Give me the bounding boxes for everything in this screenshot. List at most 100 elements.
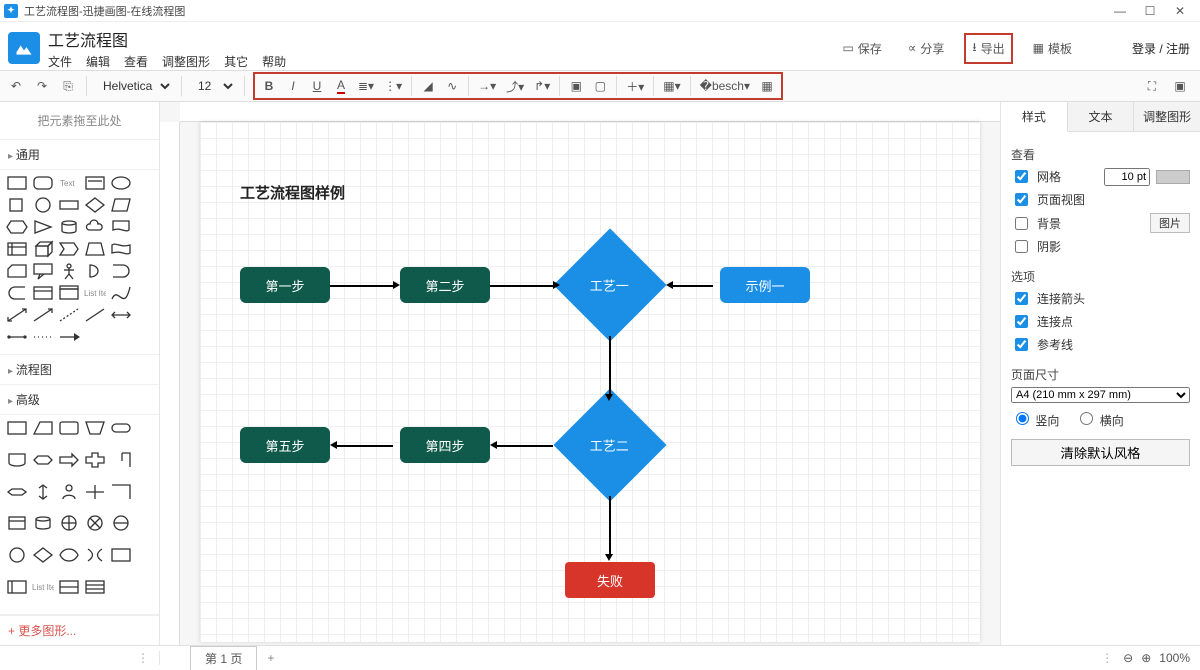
adv-8[interactable] (58, 451, 80, 469)
shape-biarrow[interactable] (6, 306, 28, 324)
panel-handle-icon[interactable]: ⋮ (137, 651, 151, 665)
shape-actor[interactable] (58, 262, 80, 280)
shape-or[interactable] (110, 262, 132, 280)
zoom-out-button[interactable]: ⊖ (1123, 651, 1133, 665)
chk-guides[interactable] (1015, 338, 1028, 351)
add-button[interactable]: ＋▾ (623, 75, 647, 97)
link-button[interactable]: �besch▾ (697, 75, 753, 97)
shape-thickarrow[interactable] (58, 328, 80, 346)
adv-17[interactable] (32, 514, 54, 532)
export-button[interactable]: ⭳ 导出 (964, 33, 1012, 64)
shape-diamond[interactable] (84, 196, 106, 214)
shape-listitem[interactable]: List Item (84, 284, 106, 302)
shape-cube[interactable] (32, 240, 54, 258)
shape-dashline[interactable] (58, 306, 80, 324)
menu-help[interactable]: 帮助 (262, 53, 286, 70)
chk-points[interactable] (1015, 315, 1028, 328)
adv-4[interactable] (84, 419, 106, 437)
adv-26[interactable] (6, 578, 28, 596)
shape-circle[interactable] (32, 196, 54, 214)
shape-square[interactable] (6, 196, 28, 214)
more-shapes-link[interactable]: + 更多图形... (0, 615, 159, 645)
font-family-select[interactable]: Helvetica (95, 76, 173, 96)
orient-landscape[interactable]: 横向 (1075, 409, 1123, 429)
shape-cylinder[interactable] (58, 218, 80, 236)
adv-13[interactable] (58, 483, 80, 501)
shape-connector[interactable] (6, 328, 28, 346)
shape-hexagon[interactable] (6, 218, 28, 236)
shape-tape[interactable] (110, 240, 132, 258)
menu-other[interactable]: 其它 (224, 53, 248, 70)
shape-intstorage[interactable] (6, 240, 28, 258)
shape-biarrow2[interactable] (110, 306, 132, 324)
canvas-area[interactable]: 工艺流程图样例 第一步 第二步 工艺一 示例一 第五步 第四步 工艺二 失败 (160, 102, 1000, 645)
arrow-route-button[interactable]: ⤴▾ (503, 75, 527, 97)
back-button[interactable]: ▢ (590, 75, 610, 97)
adv-22[interactable] (32, 546, 54, 564)
chk-bg[interactable] (1015, 217, 1028, 230)
adv-14[interactable] (84, 483, 106, 501)
category-advanced[interactable]: 高级 (0, 385, 159, 415)
shape-halfcircle[interactable] (84, 262, 106, 280)
shape-roundrect[interactable] (32, 174, 54, 192)
shape-ellipse[interactable] (110, 174, 132, 192)
adv-7[interactable] (32, 451, 54, 469)
adv-11[interactable] (6, 483, 28, 501)
shape-triangle[interactable] (32, 218, 54, 236)
sheet-tab[interactable]: 第 1 页 (190, 646, 257, 670)
shape-curve[interactable] (110, 284, 132, 302)
add-sheet-button[interactable]: + (267, 651, 274, 665)
adv-6[interactable] (6, 451, 28, 469)
node-craft2[interactable]: 工艺二 (553, 388, 666, 501)
minimize-button[interactable]: — (1114, 4, 1126, 18)
node-step4[interactable]: 第四步 (400, 427, 490, 463)
shape-note[interactable] (84, 174, 106, 192)
arrow-end-button[interactable]: ↱▾ (531, 75, 553, 97)
node-step5[interactable]: 第五步 (240, 427, 330, 463)
grid-icon-button[interactable]: ▦ (757, 75, 777, 97)
save-button[interactable]: ▭ 保存 (836, 37, 887, 60)
shape-callout[interactable] (32, 262, 54, 280)
grid-color-swatch[interactable] (1156, 170, 1190, 184)
pagesize-select[interactable]: A4 (210 mm x 297 mm) (1011, 387, 1190, 403)
login-link[interactable]: 登录 / 注册 (1132, 40, 1190, 57)
front-button[interactable]: ▣ (566, 75, 586, 97)
adv-10[interactable] (110, 451, 132, 469)
shape-container[interactable] (58, 284, 80, 302)
adv-21[interactable] (6, 546, 28, 564)
italic-button[interactable]: I (283, 75, 303, 97)
adv-19[interactable] (84, 514, 106, 532)
adv-25[interactable] (110, 546, 132, 564)
node-example[interactable]: 示例一 (720, 267, 810, 303)
chk-pageview[interactable] (1015, 193, 1028, 206)
grid-size-input[interactable] (1104, 168, 1150, 186)
node-step1[interactable]: 第一步 (240, 267, 330, 303)
menu-edit[interactable]: 编辑 (86, 53, 110, 70)
share-button[interactable]: ∝ 分享 (902, 37, 951, 60)
adv-15[interactable] (110, 483, 132, 501)
adv-18[interactable] (58, 514, 80, 532)
category-general[interactable]: 通用 (0, 140, 159, 170)
adv-5[interactable] (110, 419, 132, 437)
adv-9[interactable] (84, 451, 106, 469)
adv-28[interactable] (58, 578, 80, 596)
panel-handle-right-icon[interactable]: ⋮ (1101, 651, 1115, 665)
clipboard-button[interactable]: ⎘ (58, 75, 78, 97)
shape-line[interactable] (84, 306, 106, 324)
shape-arrow[interactable] (32, 306, 54, 324)
adv-29[interactable] (84, 578, 106, 596)
node-step2[interactable]: 第二步 (400, 267, 490, 303)
close-button[interactable]: ✕ (1174, 4, 1186, 18)
align-button[interactable]: ≣▾ (355, 75, 377, 97)
chk-arrows[interactable] (1015, 292, 1028, 305)
shape-document[interactable] (110, 218, 132, 236)
shape-datastore[interactable] (32, 284, 54, 302)
clear-style-button[interactable]: 清除默认风格 (1011, 439, 1190, 466)
orient-portrait[interactable]: 竖向 (1011, 409, 1059, 429)
chk-grid[interactable] (1015, 170, 1028, 183)
shape-rect[interactable] (6, 174, 28, 192)
fill-button[interactable]: ◢ (418, 75, 438, 97)
list-button[interactable]: ⋮▾ (381, 75, 405, 97)
undo-button[interactable]: ↶ (6, 75, 26, 97)
fullscreen-button[interactable]: ⛶ (1142, 75, 1162, 97)
